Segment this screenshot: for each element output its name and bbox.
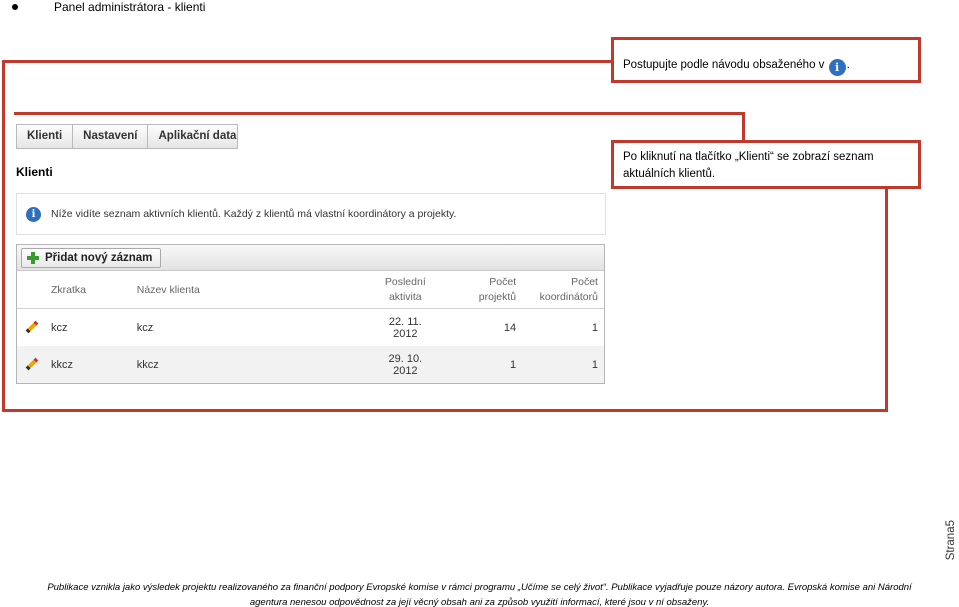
table-toolbar: Přidat nový záznam — [17, 245, 604, 271]
section-title: Klienti — [16, 165, 53, 179]
column-header-last-activity[interactable]: Poslední aktivita — [366, 275, 444, 305]
plus-icon — [27, 252, 39, 264]
tab-clients[interactable]: Klienti — [17, 125, 74, 148]
connector-line — [2, 409, 888, 412]
info-notice: i Níže vidíte seznam aktivních klientů. … — [16, 193, 606, 235]
app-screenshot: Klienti Nastavení Aplikační data Klienti… — [16, 124, 606, 384]
cell-projects: 1 — [510, 358, 517, 371]
cell-last-activity: 22. 11. 2012 — [388, 315, 422, 340]
cell-short: kkcz — [50, 358, 73, 371]
tab-bar: Klienti Nastavení Aplikační data — [16, 124, 238, 149]
tab-settings[interactable]: Nastavení — [73, 125, 149, 148]
callout-clients: Po kliknutí na tlačítko „Klienti“ se zob… — [611, 140, 921, 189]
clients-table: Přidat nový záznam Zkratka Název klienta… — [16, 244, 605, 384]
table-row[interactable]: kcz kcz 22. 11. 2012 14 1 — [17, 309, 604, 346]
bullet-icon — [12, 4, 18, 10]
cell-short: kcz — [50, 321, 68, 334]
cell-name: kcz — [136, 321, 154, 334]
connector-line — [2, 60, 5, 412]
edit-pencil-icon[interactable] — [25, 321, 39, 335]
notice-text: Níže vidíte seznam aktivních klientů. Ka… — [51, 208, 457, 220]
connector-line — [2, 60, 613, 63]
cell-projects: 14 — [503, 321, 517, 334]
edit-pencil-icon[interactable] — [25, 358, 39, 372]
footer-line-1: Publikace vznikla jako výsledek projektu… — [47, 582, 912, 593]
add-record-button[interactable]: Přidat nový záznam — [21, 248, 162, 268]
info-icon: i — [26, 206, 41, 222]
column-header-projects[interactable]: Počet projektů — [444, 275, 522, 305]
tab-app-data[interactable]: Aplikační data — [148, 125, 246, 148]
callout-text: Postupujte podle návodu obsaženého v — [623, 59, 825, 71]
footer-note: Publikace vznikla jako výsledek projektu… — [0, 580, 959, 607]
callout-text: Po kliknutí na tlačítko „Klienti“ se zob… — [623, 151, 874, 180]
page-number: Strana5 — [945, 520, 957, 561]
info-icon: i — [828, 59, 846, 76]
column-header-name[interactable]: Název klienta — [137, 284, 367, 296]
column-header-coordinators[interactable]: Počet koordinátorů — [522, 275, 604, 305]
connector-line — [742, 112, 745, 142]
page-title: Panel administrátora - klienti — [54, 0, 206, 14]
table-row[interactable]: kkcz kkcz 29. 10. 2012 1 1 — [17, 346, 604, 383]
table-header: Zkratka Název klienta Poslední aktivita … — [17, 271, 604, 309]
cell-coordinators: 1 — [591, 358, 598, 371]
add-record-label: Přidat nový záznam — [45, 252, 153, 264]
footer-line-2: agentura nenesou odpovědnost za její věc… — [249, 597, 710, 607]
page-heading: Panel administrátora - klienti — [12, 0, 205, 14]
connector-line — [14, 112, 745, 115]
connector-line — [885, 187, 888, 412]
cell-last-activity: 29. 10. 2012 — [388, 352, 423, 377]
cell-name: kkcz — [136, 358, 159, 371]
column-header-short[interactable]: Zkratka — [47, 284, 137, 296]
callout-instructions: Postupujte podle návodu obsaženého v i. — [611, 37, 921, 83]
cell-coordinators: 1 — [591, 321, 598, 334]
callout-text-end: . — [846, 59, 850, 71]
